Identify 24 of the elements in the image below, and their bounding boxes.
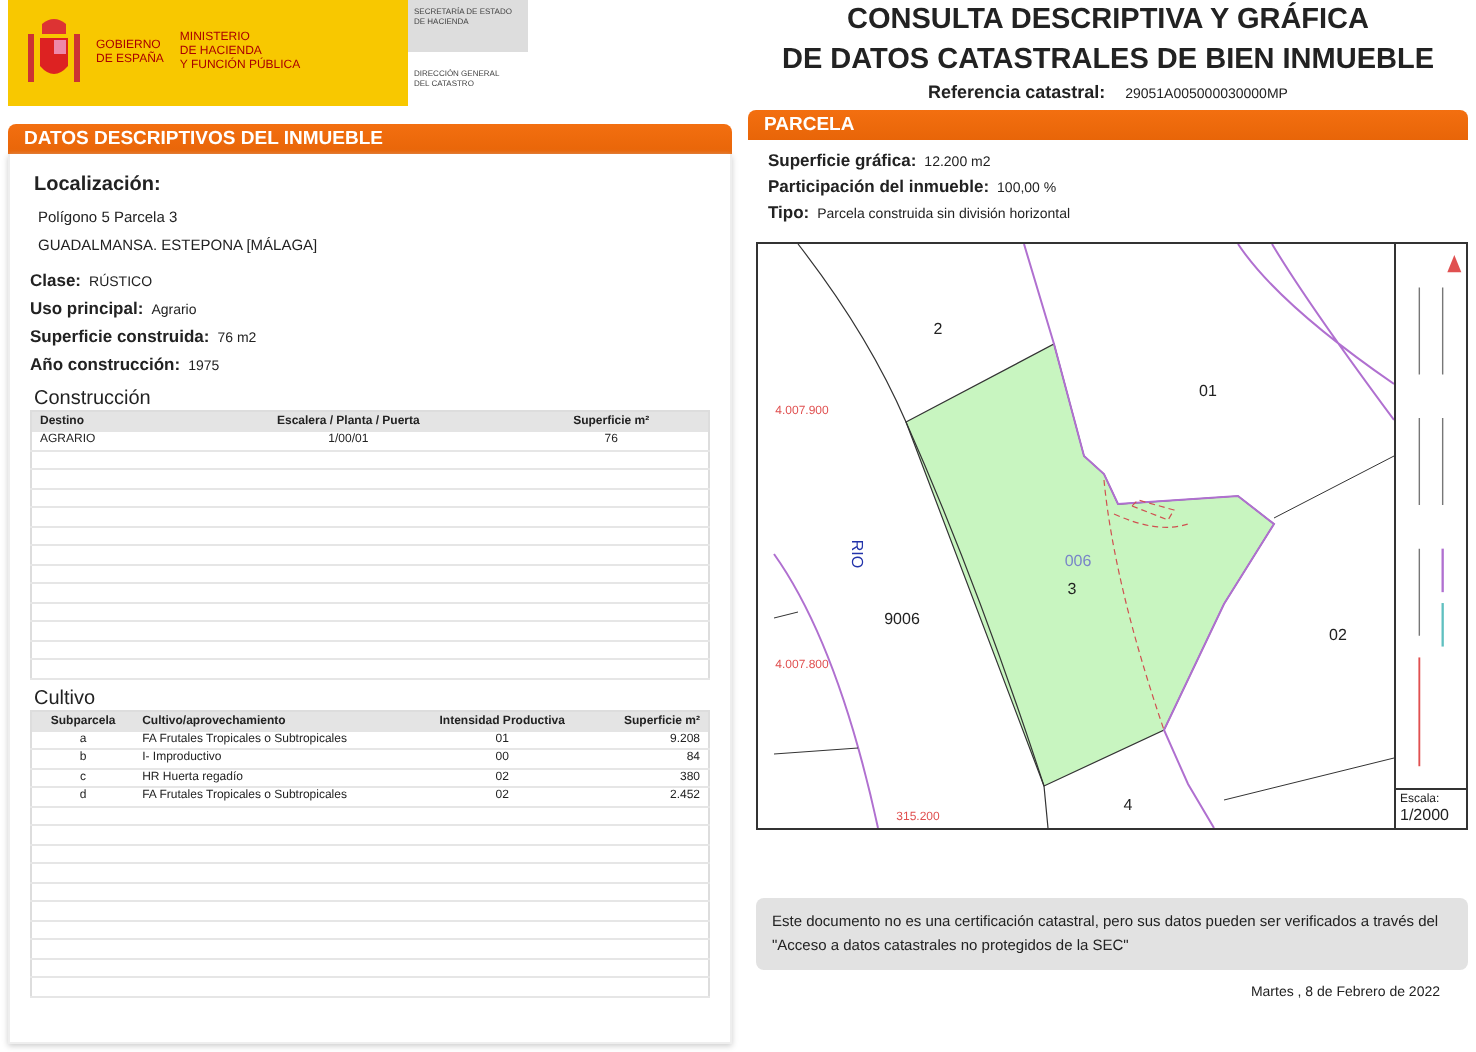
scale-value: 1/2000 [1400, 806, 1451, 824]
field-label: Superficie gráfica: [768, 150, 917, 172]
reference-label: Referencia catastral: [928, 82, 1106, 102]
field-label: Participación del inmueble: [768, 176, 990, 198]
parcel-number: 9006 [884, 610, 920, 628]
document-title: CONSULTA DESCRIPTIVA Y GRÁFICA [844, 2, 1371, 40]
location-label: Localización: [34, 174, 163, 196]
field-label: Superficie construida: [30, 326, 210, 348]
field-label: Clase: [30, 270, 82, 292]
parcel-number: 01 [1199, 382, 1217, 400]
field-label: Año construcción: [30, 354, 181, 376]
section-title: Cultivo [34, 687, 98, 709]
parcel-number: 02 [1329, 626, 1347, 644]
document-title: DE DATOS CATASTRALES DE BIEN INMUEBLE [780, 42, 1436, 80]
section-title: Construcción [34, 388, 153, 410]
field-label: Tipo: [768, 202, 810, 224]
building-label: 006 [1064, 552, 1092, 570]
parcel-number: 4 [1123, 796, 1133, 814]
river-label: RIO [848, 539, 866, 569]
field-label: Uso principal: [30, 298, 144, 320]
section-header: PARCELA [748, 110, 1468, 140]
parcel-number: 2 [933, 320, 943, 338]
parcel-number: 3 [1067, 580, 1077, 598]
section-header: DATOS DESCRIPTIVOS DEL INMUEBLE [8, 124, 732, 154]
